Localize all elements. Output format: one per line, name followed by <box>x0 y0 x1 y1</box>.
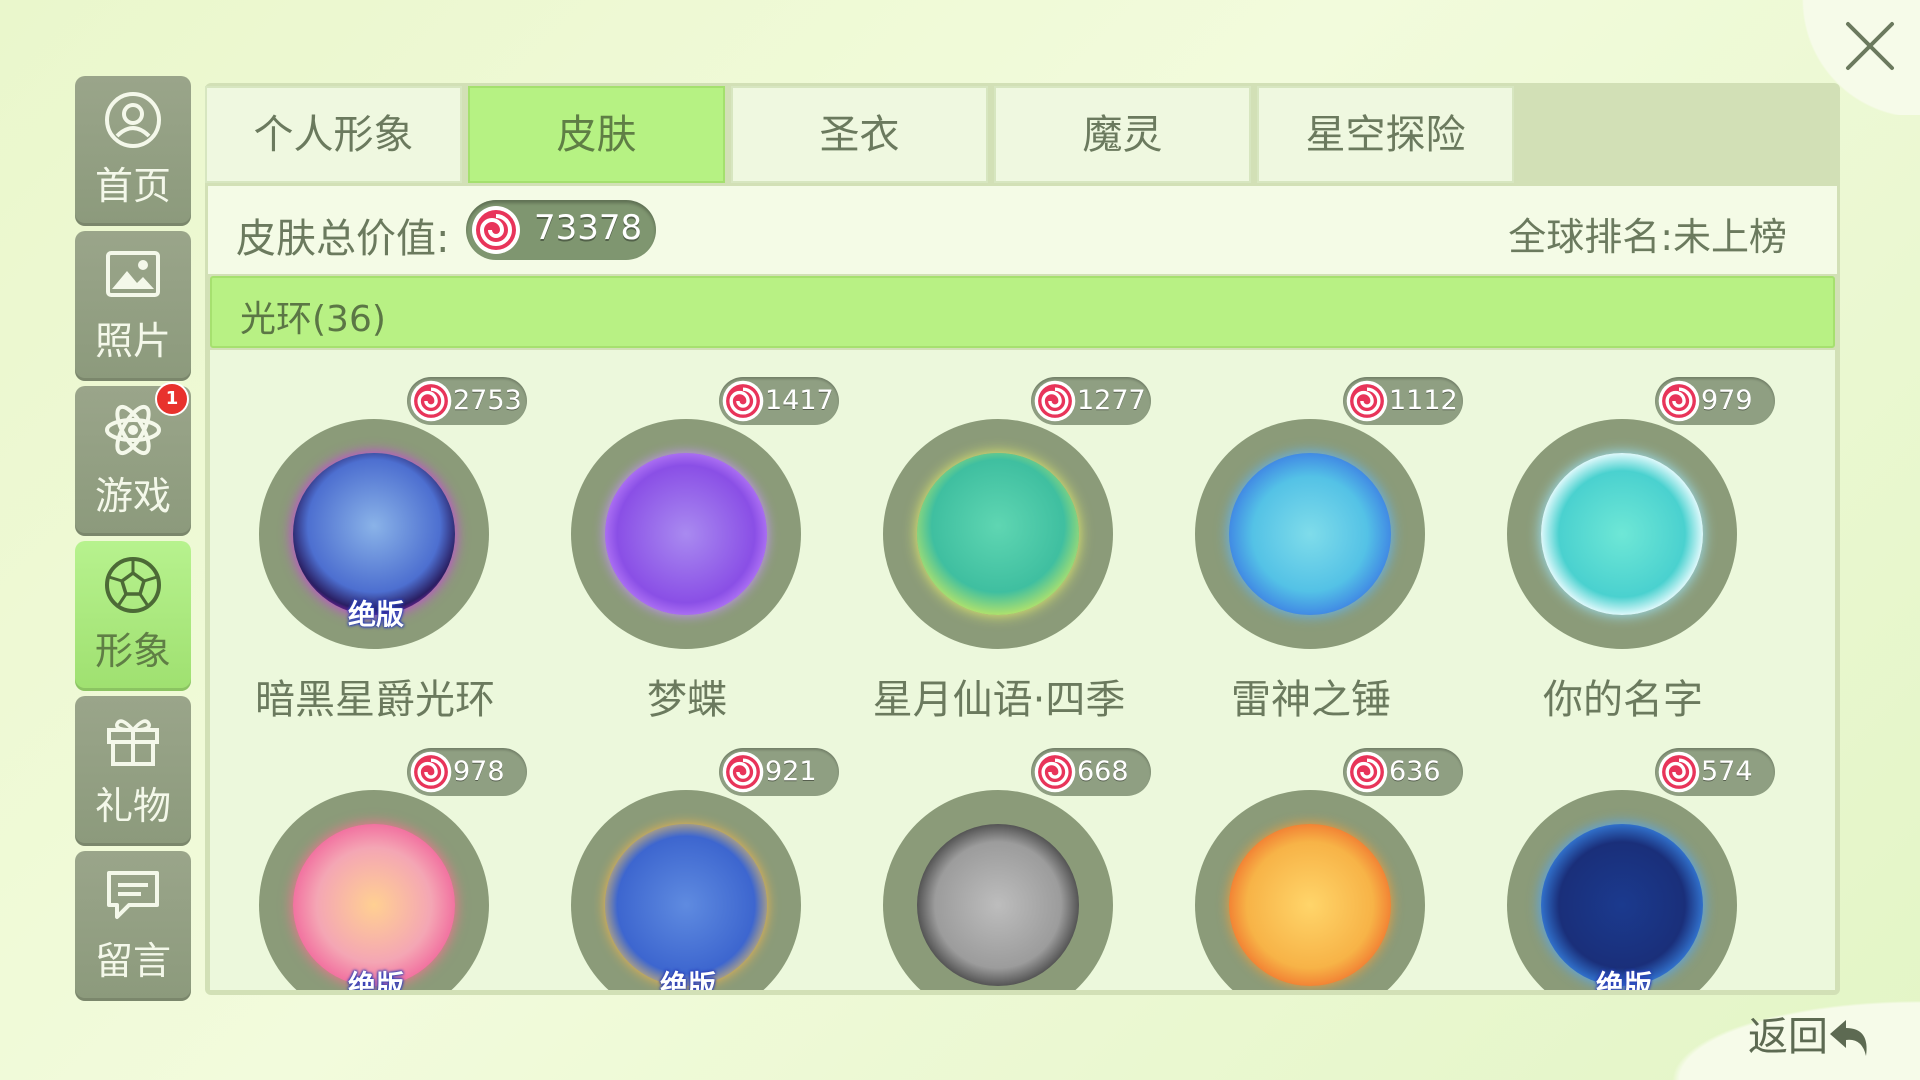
price-value: 979 <box>1701 385 1753 416</box>
total-value-label: 皮肤总价值: <box>236 216 450 262</box>
sidebar-item-label: 形象 <box>94 629 171 673</box>
price-pill: 921 <box>719 748 839 796</box>
tab-demon-spirit[interactable]: 魔灵 <box>994 86 1251 183</box>
candy-coin-icon <box>1346 380 1388 422</box>
candy-coin-icon <box>1658 380 1700 422</box>
halo-item[interactable]: 668 <box>834 748 1151 990</box>
atom-icon <box>105 404 161 456</box>
section-header-halo[interactable]: 光环(36) <box>210 276 1835 348</box>
limited-edition-badge: 绝版 <box>347 969 404 990</box>
halo-name: 雷神之锤 <box>1231 677 1391 723</box>
halo-item[interactable]: 636 <box>1146 748 1463 990</box>
halo-item[interactable]: 979 你的名字 <box>1458 377 1775 747</box>
price-pill: 668 <box>1031 748 1151 796</box>
halo-preview <box>1229 824 1391 986</box>
sidebar-item-avatar[interactable]: 形象 <box>75 541 191 691</box>
halo-item[interactable]: 绝版 978 <box>210 748 527 990</box>
halo-preview <box>917 453 1079 615</box>
price-value: 2753 <box>453 385 522 416</box>
back-button[interactable]: 返回 <box>1670 1000 1920 1080</box>
halo-preview <box>605 453 767 615</box>
price-pill: 1112 <box>1343 377 1463 425</box>
sidebar-item-label: 首页 <box>94 164 171 208</box>
candy-coin-icon <box>1034 380 1076 422</box>
message-icon <box>107 871 159 919</box>
sidebar-item-gifts[interactable]: 礼物 <box>75 696 191 846</box>
tab-bar: 个人形象 皮肤 圣衣 魔灵 星空探险 <box>205 83 1840 183</box>
price-value: 978 <box>453 756 505 787</box>
halo-name: 你的名字 <box>1543 677 1703 723</box>
sidebar-item-label: 游戏 <box>94 474 171 518</box>
sidebar-item-label: 礼物 <box>94 784 171 828</box>
tab-holy-armor[interactable]: 圣衣 <box>731 86 988 183</box>
tab-personal-image[interactable]: 个人形象 <box>205 86 462 183</box>
total-value: 73378 <box>534 208 643 248</box>
sidebar-item-photos[interactable]: 照片 <box>75 231 191 381</box>
price-pill: 574 <box>1655 748 1775 796</box>
tab-star-adventure[interactable]: 星空探险 <box>1257 86 1514 183</box>
candy-coin-icon <box>472 206 520 254</box>
price-pill: 1417 <box>719 377 839 425</box>
limited-edition-badge: 绝版 <box>347 598 404 631</box>
sidebar-item-label: 留言 <box>94 939 171 983</box>
price-pill: 636 <box>1343 748 1463 796</box>
halo-preview <box>917 824 1079 986</box>
summary-bar: 皮肤总价值: 73378 全球排名:未上榜 <box>208 186 1837 274</box>
back-label: 返回 <box>1748 1014 1828 1060</box>
gift-icon <box>107 719 159 766</box>
halo-grid: 绝版 2753 暗黑星爵光环 1417 梦蝶 1277 星月仙语·四季 1112… <box>210 350 1835 990</box>
sidebar-item-games[interactable]: 游戏 1 <box>75 382 191 536</box>
halo-preview <box>293 824 455 986</box>
price-pill: 2753 <box>407 377 527 425</box>
notification-badge: 1 <box>155 382 189 416</box>
price-pill: 979 <box>1655 377 1775 425</box>
global-rank-text: 全球排名:未上榜 <box>1508 215 1787 259</box>
halo-preview <box>1229 453 1391 615</box>
price-pill: 1277 <box>1031 377 1151 425</box>
candy-coin-icon <box>1658 751 1700 793</box>
halo-item[interactable]: 绝版 2753 暗黑星爵光环 <box>210 377 527 747</box>
halo-preview <box>293 453 455 615</box>
sidebar-item-label: 照片 <box>94 319 171 363</box>
close-icon <box>1846 22 1894 70</box>
halo-preview <box>605 824 767 986</box>
halo-preview <box>1541 824 1703 986</box>
limited-edition-badge: 绝版 <box>1595 969 1652 990</box>
candy-coin-icon <box>722 380 764 422</box>
halo-item[interactable]: 1112 雷神之锤 <box>1146 377 1463 747</box>
candy-coin-icon <box>722 751 764 793</box>
total-value-pill: 73378 <box>466 200 656 260</box>
return-arrow-icon <box>1830 1020 1867 1056</box>
price-value: 1417 <box>765 385 834 416</box>
halo-item[interactable]: 绝版 574 <box>1458 748 1775 990</box>
skins-panel: 个人形象 皮肤 圣衣 魔灵 星空探险 皮肤总价值: 73378 全球排名:未上榜… <box>205 83 1840 995</box>
halo-item[interactable]: 1417 梦蝶 <box>522 377 839 747</box>
price-value: 636 <box>1389 756 1441 787</box>
candy-coin-icon <box>1034 751 1076 793</box>
price-value: 574 <box>1701 756 1753 787</box>
sidebar-item-messages[interactable]: 留言 <box>75 851 191 1001</box>
halo-name: 暗黑星爵光环 <box>255 677 495 723</box>
limited-edition-badge: 绝版 <box>659 969 716 990</box>
candy-coin-icon <box>410 380 452 422</box>
price-value: 921 <box>765 756 817 787</box>
candy-coin-icon <box>1346 751 1388 793</box>
section-title: 光环(36) <box>240 299 386 340</box>
price-value: 1112 <box>1389 385 1458 416</box>
sidebar-item-home[interactable]: 首页 <box>75 76 191 226</box>
price-value: 668 <box>1077 756 1129 787</box>
halo-item[interactable]: 1277 星月仙语·四季 <box>834 377 1151 747</box>
halo-name: 星月仙语·四季 <box>872 677 1126 723</box>
halo-name: 梦蝶 <box>647 677 727 723</box>
price-value: 1277 <box>1077 385 1146 416</box>
halo-preview <box>1541 453 1703 615</box>
halo-item[interactable]: 绝版 921 <box>522 748 839 990</box>
candy-coin-icon <box>410 751 452 793</box>
photo-icon <box>106 251 160 297</box>
soccer-ball-icon <box>105 557 161 613</box>
price-pill: 978 <box>407 748 527 796</box>
tab-skins[interactable]: 皮肤 <box>468 86 725 183</box>
user-circle-icon <box>105 92 161 148</box>
